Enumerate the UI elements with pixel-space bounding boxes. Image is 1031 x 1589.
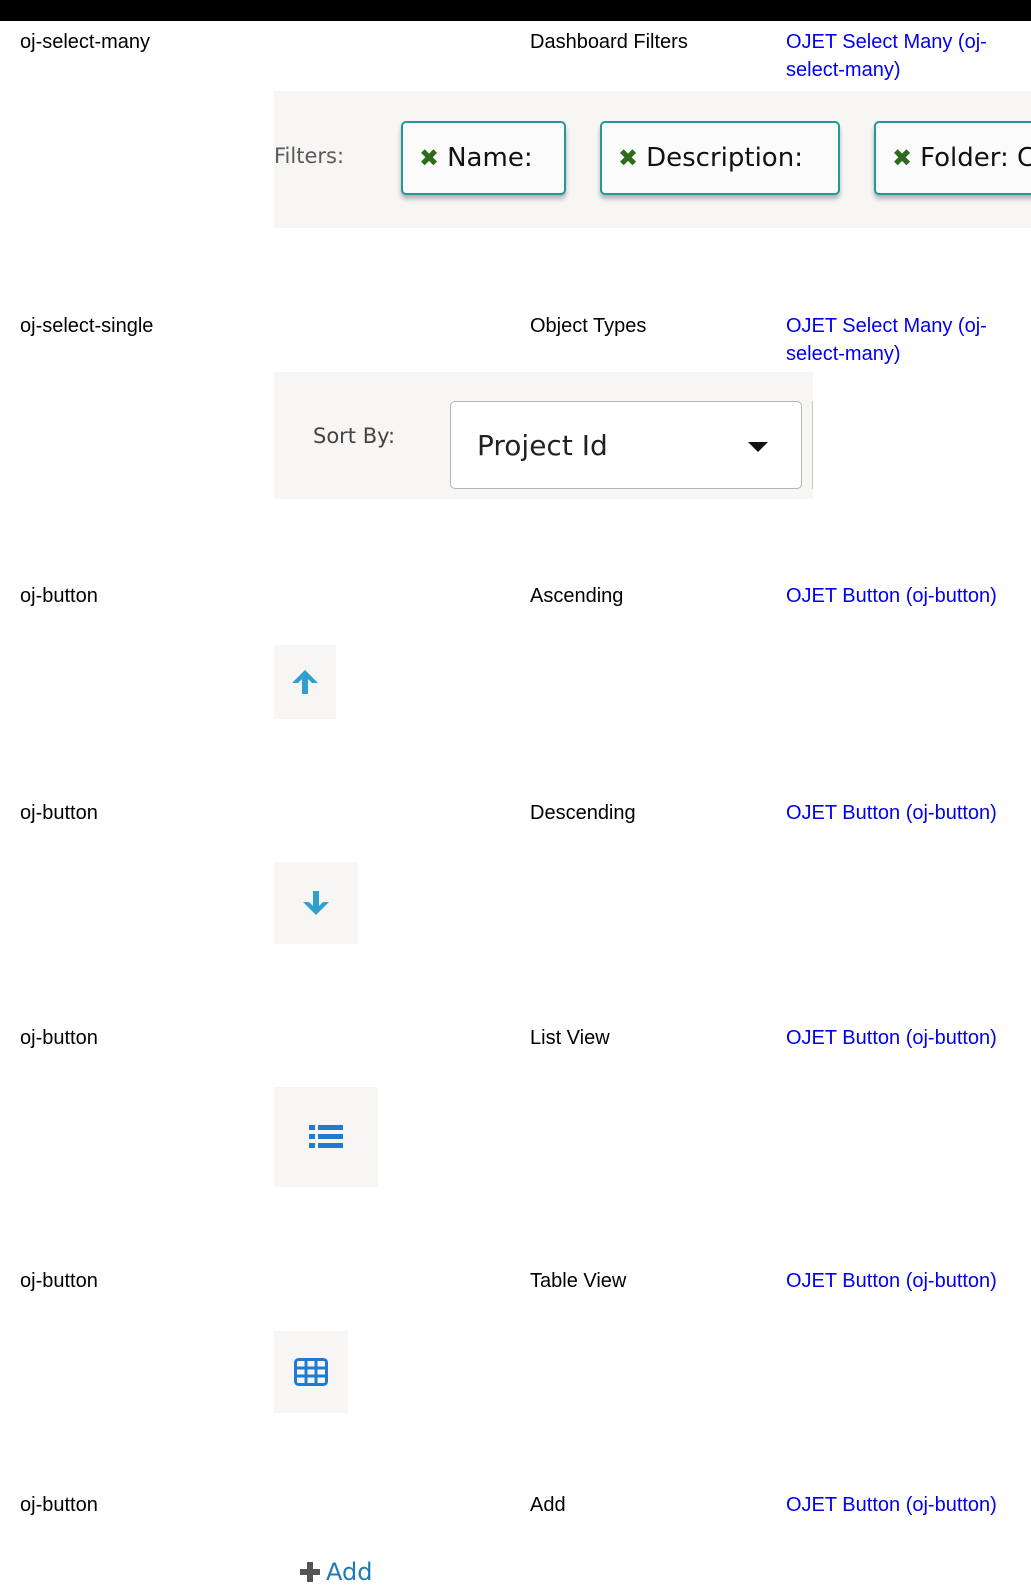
close-icon[interactable]: ✖ [892,144,912,172]
sort-select-value: Project Id [477,429,608,462]
ui-element-name: Descending [530,802,636,824]
add-button[interactable]: Add [274,1550,394,1589]
component-name: oj-button [20,1494,98,1516]
ui-element-name: Ascending [530,585,624,607]
close-icon[interactable]: ✖ [618,144,638,172]
caret-down-icon[interactable] [748,442,768,452]
component-name: oj-button [20,585,98,607]
sort-select[interactable]: Project Id [450,401,802,489]
ui-element-name: List View [530,1027,610,1049]
filter-chip-folder[interactable]: ✖ Folder: C [874,121,1031,195]
ui-element-name: Dashboard Filters [530,31,688,53]
ui-element-name: Object Types [530,315,647,337]
sort-by-preview: Sort By: Project Id [274,372,813,499]
component-name: oj-button [20,1270,98,1292]
table-view-button[interactable] [274,1331,348,1413]
component-doc-link[interactable]: OJET Button (oj-button) [786,1267,1026,1295]
component-doc-link[interactable]: OJET Select Many (oj-select-many) [786,312,1026,368]
descending-button[interactable] [274,862,358,944]
component-name: oj-select-single [20,315,154,337]
table-grid-icon [294,1358,328,1386]
filter-chip-description[interactable]: ✖ Description: [600,121,840,195]
sort-by-label: Sort By: [313,424,396,448]
filter-chip-label: Folder: C [920,143,1031,173]
add-button-label: Add [326,1558,373,1586]
close-icon[interactable]: ✖ [419,144,439,172]
top-border [0,0,1031,21]
ascending-button[interactable] [274,645,336,719]
filter-chip-name[interactable]: ✖ Name: [401,121,566,195]
component-doc-link[interactable]: OJET Button (oj-button) [786,799,1026,827]
filters-label: Filters: [274,144,345,168]
component-name: oj-button [20,802,98,824]
component-name: oj-button [20,1027,98,1049]
dashboard-filters-preview: Filters: ✖ Name: ✖ Description: ✖ Folder: C [274,91,1031,228]
list-view-button[interactable] [274,1087,378,1187]
component-doc-link[interactable]: OJET Button (oj-button) [786,1491,1026,1519]
component-doc-link[interactable]: OJET Button (oj-button) [786,1024,1026,1052]
divider [812,401,813,489]
arrow-down-icon [303,891,329,915]
ui-element-name: Add [530,1494,566,1516]
component-doc-link[interactable]: OJET Button (oj-button) [786,582,1026,610]
filter-chip-label: Description: [646,143,803,173]
arrow-up-icon [292,670,318,694]
ui-element-name: Table View [530,1270,627,1292]
plus-icon [298,1560,322,1584]
filter-chip-label: Name: [447,143,533,173]
list-icon [309,1125,343,1148]
component-name: oj-select-many [20,31,151,53]
component-doc-link[interactable]: OJET Select Many (oj-select-many) [786,28,1026,84]
